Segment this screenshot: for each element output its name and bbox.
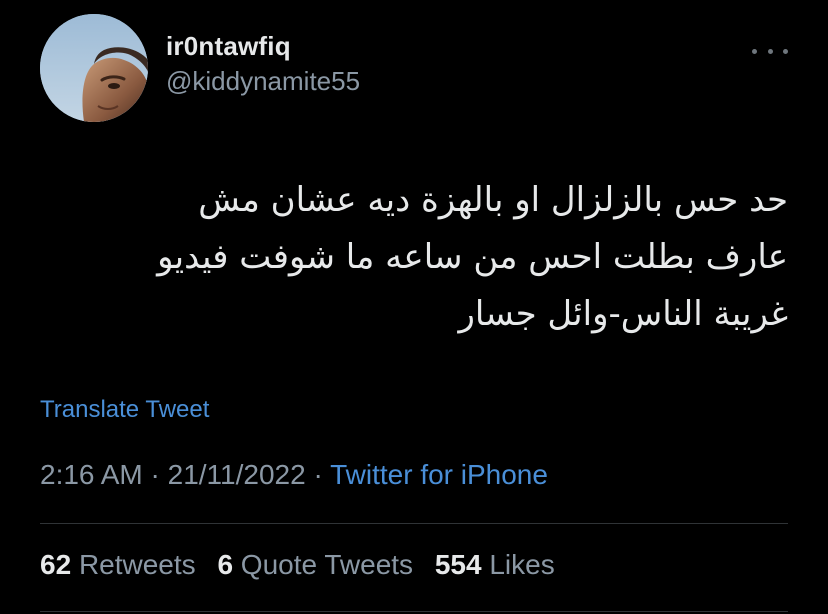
likes-stat[interactable]: 554 Likes	[435, 549, 555, 581]
retweets-count: 62	[40, 549, 72, 580]
meta-separator: ·	[150, 459, 160, 490]
more-options-icon[interactable]	[752, 44, 788, 58]
tweet-stats: 62 Retweets 6 Quote Tweets 554 Likes	[40, 549, 569, 581]
tweet-metadata: 2:16 AM · 21/11/2022 · Twitter for iPhon…	[40, 459, 548, 491]
tweet-date[interactable]: 21/11/2022	[168, 459, 306, 490]
meta-separator: ·	[313, 459, 323, 490]
likes-count: 554	[434, 549, 482, 580]
quote-tweets-stat[interactable]: 6 Quote Tweets	[217, 549, 413, 581]
more-dot	[752, 48, 757, 54]
tweet-time[interactable]: 2:16 AM	[40, 459, 143, 490]
quote-tweets-label: Quote Tweets	[240, 549, 414, 580]
likes-label: Likes	[489, 549, 555, 580]
more-dot	[767, 48, 773, 54]
divider	[40, 523, 788, 524]
tweet-source-link[interactable]: Twitter for iPhone	[330, 459, 548, 490]
display-name[interactable]: ir0ntawfiq	[166, 30, 360, 62]
retweets-label: Retweets	[78, 549, 196, 580]
avatar-photo	[40, 14, 148, 122]
retweets-stat[interactable]: 62 Retweets	[40, 549, 196, 581]
quote-tweets-count: 6	[217, 549, 234, 580]
avatar[interactable]	[40, 14, 148, 122]
tweet-header: ir0ntawfiq @kiddynamite55	[40, 14, 788, 124]
author-names: ir0ntawfiq @kiddynamite55	[166, 30, 360, 98]
divider	[40, 611, 788, 612]
more-dot	[783, 48, 788, 54]
tweet-text: حد حس بالزلزال او بالهزة ديه عشان مش عار…	[157, 180, 788, 334]
username-handle[interactable]: @kiddynamite55	[166, 64, 360, 98]
translate-tweet-link[interactable]: Translate Tweet	[40, 396, 209, 424]
